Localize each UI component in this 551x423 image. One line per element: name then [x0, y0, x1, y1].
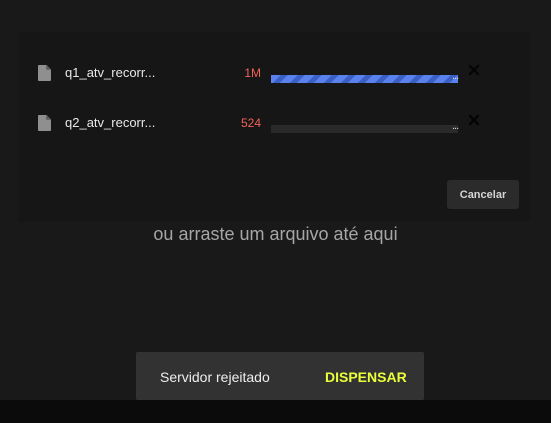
file-icon — [38, 115, 51, 131]
close-icon[interactable] — [467, 113, 481, 127]
cancel-button[interactable]: Cancelar — [447, 180, 519, 209]
bottom-bar — [0, 400, 551, 423]
upload-page: q1_atv_recorr... 1M ... q2_atv_recorr...… — [0, 0, 551, 423]
snackbar-message: Servidor rejeitado — [160, 369, 270, 385]
file-icon — [38, 65, 51, 81]
upload-file-row: q1_atv_recorr... 1M ... — [18, 62, 530, 86]
upload-progress-bar — [271, 75, 458, 83]
drop-zone-hint: ou arraste um arquivo até aqui — [153, 224, 398, 244]
upload-progress-bar — [271, 125, 458, 133]
upload-progress-fill — [271, 75, 458, 83]
file-size: 524 — [240, 116, 261, 130]
progress-ellipsis: ... — [452, 120, 459, 132]
snackbar: Servidor rejeitado DISPENSAR — [136, 352, 424, 400]
close-icon[interactable] — [467, 63, 481, 77]
dismiss-button[interactable]: DISPENSAR — [325, 369, 407, 385]
file-name: q2_atv_recorr... — [65, 115, 156, 130]
file-size: 1M — [244, 66, 261, 80]
progress-ellipsis: ... — [452, 70, 459, 82]
file-name: q1_atv_recorr... — [65, 65, 156, 80]
upload-file-row: q2_atv_recorr... 524 ... — [18, 112, 530, 136]
upload-panel: q1_atv_recorr... 1M ... q2_atv_recorr...… — [18, 32, 530, 222]
